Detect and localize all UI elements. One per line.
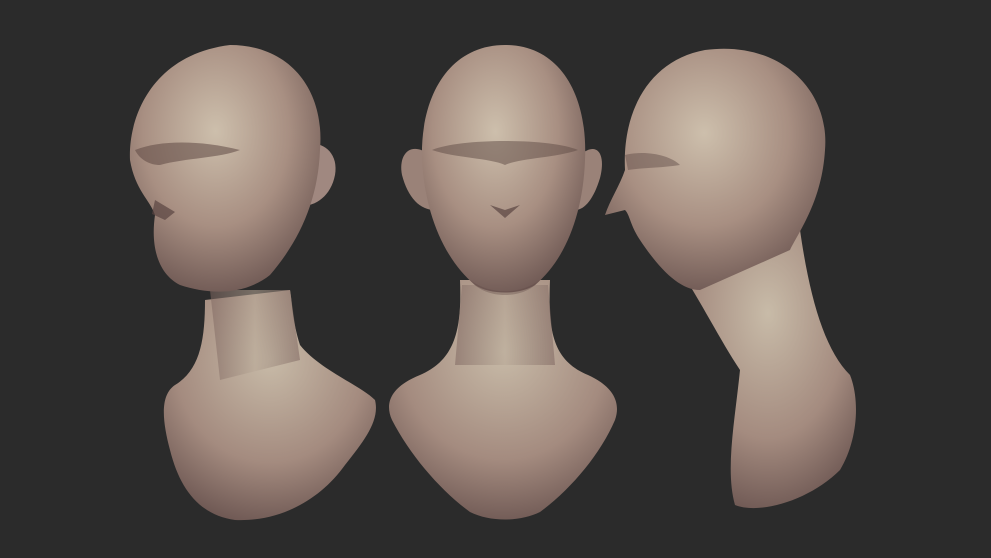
head <box>129 45 321 292</box>
neck <box>455 285 555 365</box>
head-side <box>605 48 856 509</box>
sculpt-render <box>129 45 856 521</box>
head-front <box>389 45 617 520</box>
head <box>421 45 586 293</box>
render-viewport <box>0 0 991 558</box>
head-three-quarter <box>129 45 376 521</box>
